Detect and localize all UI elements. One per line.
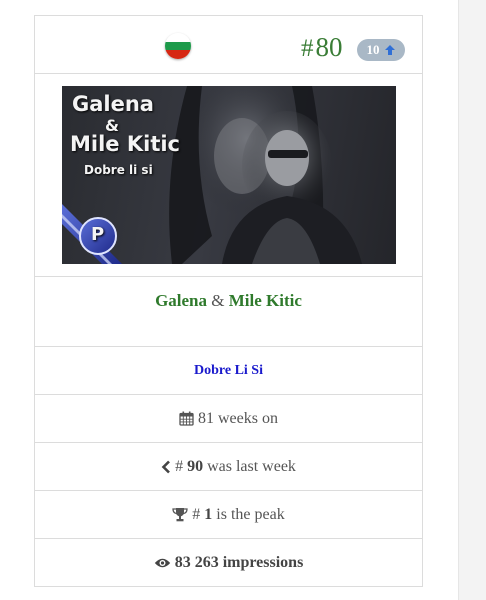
bulgaria-flag-icon	[165, 33, 191, 59]
eye-icon	[154, 558, 170, 567]
rank-change-badge: 10	[357, 39, 405, 61]
chevron-left-icon	[161, 460, 170, 473]
calendar-icon	[179, 411, 194, 426]
peak-position: 1	[204, 505, 213, 523]
album-cover[interactable]: Galena & Mile Kitic Dobre li si P	[62, 86, 396, 264]
impressions-count: 83 263 impressions	[174, 553, 304, 571]
last-week-position: 90	[187, 457, 204, 475]
entry-header: #80 10	[35, 16, 422, 73]
impressions-row: 83 263 impressions	[35, 538, 422, 586]
artist-names: Galena & Mile Kitic	[155, 291, 302, 310]
peak-row: # 1 is the peak	[35, 490, 422, 538]
arrow-up-icon	[384, 45, 395, 55]
song-row: Dobre Li Si	[35, 346, 422, 394]
song-title-link[interactable]: Dobre Li Si	[194, 363, 263, 379]
weeks-on-chart: 81 weeks on	[198, 409, 278, 427]
weeks-row: 81 weeks on	[35, 394, 422, 442]
label-badge-letter: P	[91, 224, 105, 245]
cover-row: Galena & Mile Kitic Dobre li si P	[35, 73, 422, 276]
artist-link-mile-kitic[interactable]: Mile Kitic	[229, 291, 302, 310]
chart-entry-card: #80 10 Galena & Mile Kitic Dobre li si P…	[34, 15, 423, 587]
rank-position: #80	[301, 32, 343, 62]
last-week-row: # 90 was last week	[35, 442, 422, 490]
trophy-icon	[172, 508, 188, 522]
artist-row: Galena & Mile Kitic	[35, 276, 422, 346]
scrollbar-track[interactable]	[458, 0, 486, 600]
artist-link-galena[interactable]: Galena	[155, 291, 207, 310]
